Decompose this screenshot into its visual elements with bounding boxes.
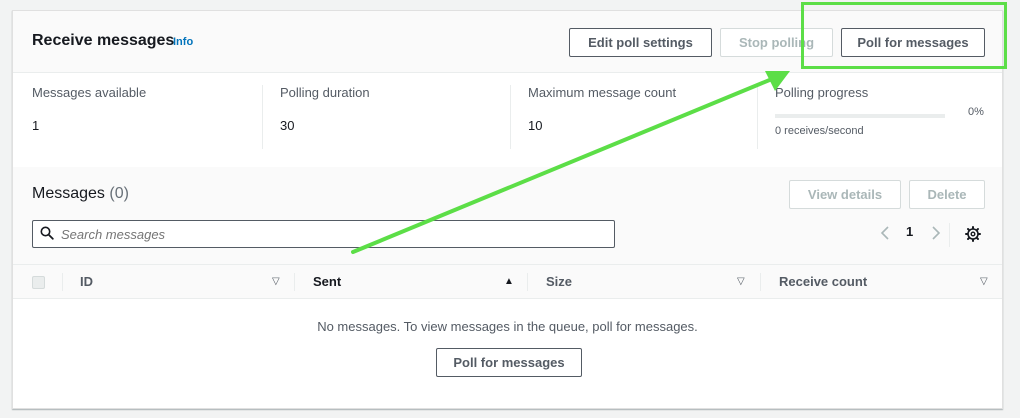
column-header-size[interactable]: Size <box>546 274 572 289</box>
column-separator <box>62 273 63 291</box>
page: Receive messages Info Edit poll settings… <box>0 0 1020 418</box>
current-page[interactable]: 1 <box>906 224 913 239</box>
progress-percent: 0% <box>968 106 984 118</box>
receive-rate: 0 receives/second <box>775 125 864 137</box>
delete-button[interactable]: Delete <box>909 180 985 209</box>
stat-divider <box>510 85 511 149</box>
column-header-sent[interactable]: Sent <box>313 274 341 289</box>
polling-stats: Messages available 1 Polling duration 30… <box>13 73 1002 167</box>
stat-value: 10 <box>528 118 543 133</box>
messages-count: (0) <box>109 185 129 202</box>
search-box <box>32 220 615 248</box>
messages-title: Messages (0) <box>32 185 129 203</box>
sort-down-icon[interactable]: ▽ <box>272 276 280 287</box>
sort-ascending-icon[interactable]: ▲ <box>504 276 514 287</box>
settings-gear-icon[interactable] <box>965 226 981 247</box>
search-icon <box>40 226 54 245</box>
stat-divider <box>757 85 758 149</box>
stat-polling-duration: Polling duration 30 <box>280 85 500 149</box>
column-separator <box>527 273 528 291</box>
stat-divider <box>262 85 263 149</box>
stat-label: Messages available <box>32 85 147 100</box>
highlight-box <box>801 2 1007 69</box>
column-header-receive-count[interactable]: Receive count <box>779 274 867 289</box>
stat-label: Maximum message count <box>528 85 677 100</box>
info-link[interactable]: Info <box>173 36 193 48</box>
stat-label: Polling duration <box>280 85 370 100</box>
pager-divider <box>949 223 950 247</box>
column-separator <box>760 273 761 291</box>
sort-down-icon[interactable]: ▽ <box>737 276 745 287</box>
edit-poll-settings-button[interactable]: Edit poll settings <box>569 28 712 57</box>
messages-table-header: ID ▽ Sent ▲ Size ▽ Receive count ▽ <box>13 264 1002 299</box>
stat-value: 1 <box>32 118 40 133</box>
empty-state-text: No messages. To view messages in the que… <box>317 319 698 334</box>
empty-state-poll-button[interactable]: Poll for messages <box>436 348 582 377</box>
receive-messages-panel: Receive messages Info Edit poll settings… <box>12 10 1003 409</box>
next-page-icon[interactable] <box>930 224 942 245</box>
view-details-button[interactable]: View details <box>789 180 901 209</box>
panel-title: Receive messages <box>32 32 175 49</box>
messages-section: Messages (0) View details Delete 1 <box>13 167 1002 264</box>
search-input[interactable] <box>61 221 601 247</box>
previous-page-icon[interactable] <box>879 224 891 245</box>
stat-messages-available: Messages available 1 <box>32 85 252 149</box>
sort-down-icon[interactable]: ▽ <box>980 276 988 287</box>
stat-label: Polling progress <box>775 85 869 100</box>
stat-max-message-count: Maximum message count 10 <box>528 85 748 149</box>
column-separator <box>294 273 295 291</box>
stat-value: 30 <box>280 118 295 133</box>
select-all-checkbox[interactable] <box>32 276 45 289</box>
polling-progress-bar <box>775 114 945 118</box>
column-header-id[interactable]: ID <box>80 274 93 289</box>
messages-title-text: Messages <box>32 185 105 202</box>
